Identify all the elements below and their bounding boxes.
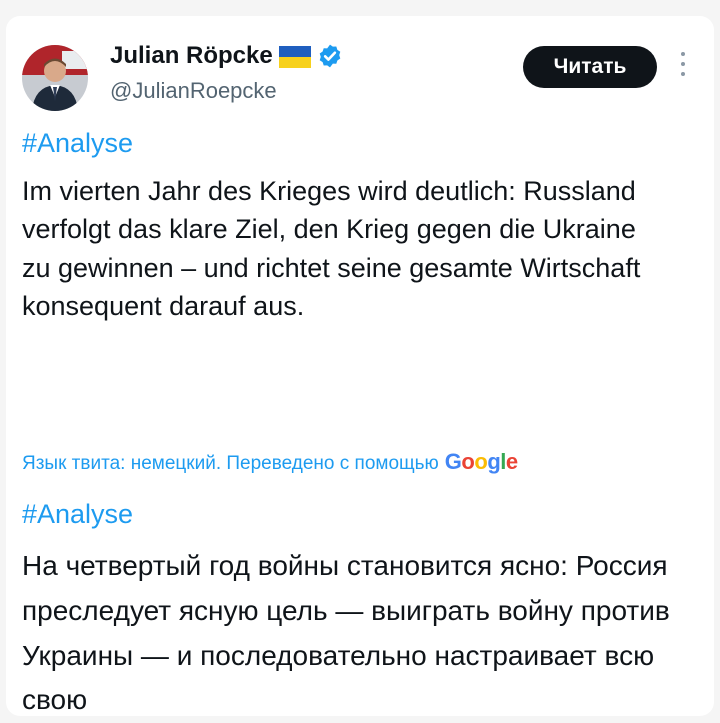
author-avatar[interactable] (22, 45, 88, 111)
translation-note-text: Язык твита: немецкий. Переведено с помощ… (22, 453, 439, 474)
google-logo: Google (444, 449, 518, 474)
author-name[interactable]: Julian Röpcke (110, 42, 273, 70)
more-vertical-icon[interactable] (677, 52, 689, 82)
verified-badge-icon (319, 44, 341, 68)
translated-text: На четвертый год войны становится ясно: … (22, 550, 670, 716)
avatar-photo (22, 45, 88, 111)
hashtag-link[interactable]: #Analyse (22, 128, 133, 159)
author-name-line: Julian Röpcke (110, 42, 343, 70)
translated-hashtag-link[interactable]: #Analyse (22, 499, 133, 530)
ukraine-flag-icon (278, 46, 311, 68)
read-button[interactable]: Читать (523, 46, 657, 88)
author-handle[interactable]: @JulianRoepcke (110, 78, 277, 104)
tweet-text: Im vierten Jahr des Krieges wird deutlic… (22, 176, 641, 321)
translation-note[interactable]: Язык твита: немецкий. Переведено с помощ… (22, 449, 518, 475)
